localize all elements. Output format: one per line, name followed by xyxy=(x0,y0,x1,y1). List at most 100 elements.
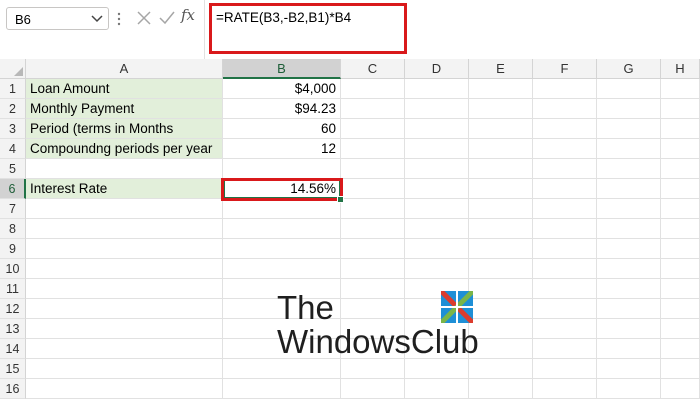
grid-cell[interactable] xyxy=(469,159,533,179)
grid-cell[interactable] xyxy=(223,199,341,219)
grid-cell[interactable] xyxy=(405,99,469,119)
grid-cell[interactable] xyxy=(26,319,223,339)
grid-cell[interactable] xyxy=(26,259,223,279)
grid-cell[interactable] xyxy=(533,339,597,359)
grid-cell[interactable] xyxy=(223,379,341,399)
grid-cell[interactable] xyxy=(597,239,661,259)
grid-cell[interactable] xyxy=(661,339,700,359)
check-icon[interactable] xyxy=(158,10,176,26)
grid-cell[interactable] xyxy=(661,179,700,199)
grid-cell[interactable] xyxy=(469,299,533,319)
row-header-6[interactable]: 6 xyxy=(0,179,26,199)
grid-cell[interactable] xyxy=(533,319,597,339)
row-header-15[interactable]: 15 xyxy=(0,359,26,379)
grid-cell[interactable] xyxy=(26,239,223,259)
grid-cell[interactable] xyxy=(469,179,533,199)
grid-cell[interactable] xyxy=(533,259,597,279)
grid-cell[interactable] xyxy=(405,219,469,239)
column-header-d[interactable]: D xyxy=(405,59,469,79)
column-header-c[interactable]: C xyxy=(341,59,405,79)
grid-cell[interactable] xyxy=(405,179,469,199)
grid-cell[interactable] xyxy=(341,279,405,299)
row-header-12[interactable]: 12 xyxy=(0,299,26,319)
grid-cell[interactable] xyxy=(469,279,533,299)
grid-cell[interactable] xyxy=(533,119,597,139)
grid-cell[interactable] xyxy=(661,259,700,279)
grid-cell[interactable] xyxy=(597,259,661,279)
grid-cell[interactable] xyxy=(597,339,661,359)
cell-a2[interactable]: Monthly Payment xyxy=(26,99,223,119)
grid-cell[interactable] xyxy=(26,359,223,379)
grid-cell[interactable] xyxy=(661,279,700,299)
grid-cell[interactable] xyxy=(661,299,700,319)
grid-cell[interactable] xyxy=(533,139,597,159)
column-header-f[interactable]: F xyxy=(533,59,597,79)
cell-a1[interactable]: Loan Amount xyxy=(26,79,223,99)
grid-cell[interactable] xyxy=(533,179,597,199)
grid-cell[interactable] xyxy=(533,99,597,119)
grid-cell[interactable] xyxy=(533,279,597,299)
grid-cell[interactable] xyxy=(661,99,700,119)
fx-icon[interactable]: fx xyxy=(181,6,195,24)
grid-cell[interactable] xyxy=(223,259,341,279)
grid-cell[interactable] xyxy=(26,159,223,179)
grid-cell[interactable] xyxy=(661,119,700,139)
grid-cell[interactable] xyxy=(661,319,700,339)
grid-cell[interactable] xyxy=(533,379,597,399)
grid-cell[interactable] xyxy=(341,299,405,319)
grid-cell[interactable] xyxy=(405,79,469,99)
cell-b4[interactable]: 12 xyxy=(223,139,341,159)
grid-cell[interactable] xyxy=(341,359,405,379)
grid-cell[interactable] xyxy=(26,279,223,299)
grid-cell[interactable] xyxy=(405,139,469,159)
grid-cell[interactable] xyxy=(597,279,661,299)
row-header-14[interactable]: 14 xyxy=(0,339,26,359)
row-header-16[interactable]: 16 xyxy=(0,379,26,399)
grid-cell[interactable] xyxy=(469,119,533,139)
grid-cell[interactable] xyxy=(533,199,597,219)
cell-a3[interactable]: Period (terms in Months xyxy=(26,119,223,139)
grid-cell[interactable] xyxy=(533,219,597,239)
grid-cell[interactable] xyxy=(405,239,469,259)
grid-cell[interactable] xyxy=(533,359,597,379)
grid-cell[interactable] xyxy=(341,219,405,239)
column-header-b[interactable]: B xyxy=(223,59,341,79)
grid-cell[interactable] xyxy=(26,339,223,359)
grid-cell[interactable] xyxy=(597,119,661,139)
select-all-corner[interactable] xyxy=(0,59,26,79)
grid-cell[interactable] xyxy=(341,379,405,399)
grid-cell[interactable] xyxy=(405,259,469,279)
grid-cell[interactable] xyxy=(469,359,533,379)
grid-cell[interactable] xyxy=(597,179,661,199)
grid-cell[interactable] xyxy=(341,179,405,199)
grid-cell[interactable] xyxy=(661,239,700,259)
column-header-h[interactable]: H xyxy=(661,59,700,79)
grid-cell[interactable] xyxy=(597,299,661,319)
cell-a6[interactable]: Interest Rate xyxy=(26,179,223,199)
row-header-7[interactable]: 7 xyxy=(0,199,26,219)
grid-cell[interactable] xyxy=(661,359,700,379)
column-header-g[interactable]: G xyxy=(597,59,661,79)
grid-cell[interactable] xyxy=(341,79,405,99)
grid-cell[interactable] xyxy=(341,99,405,119)
grid-cell[interactable] xyxy=(405,379,469,399)
grid-cell[interactable] xyxy=(223,219,341,239)
grid-cell[interactable] xyxy=(469,259,533,279)
row-header-11[interactable]: 11 xyxy=(0,279,26,299)
grid-cell[interactable] xyxy=(661,199,700,219)
grid-cell[interactable] xyxy=(533,159,597,179)
grid-cell[interactable] xyxy=(597,99,661,119)
grid-cell[interactable] xyxy=(223,359,341,379)
grid-cell[interactable] xyxy=(597,359,661,379)
grid-cell[interactable] xyxy=(469,199,533,219)
row-header-10[interactable]: 10 xyxy=(0,259,26,279)
grid-cell[interactable] xyxy=(341,239,405,259)
cancel-icon[interactable] xyxy=(136,10,152,26)
grid-cell[interactable] xyxy=(661,139,700,159)
grid-cell[interactable] xyxy=(597,319,661,339)
row-header-2[interactable]: 2 xyxy=(0,99,26,119)
fill-handle[interactable] xyxy=(337,196,344,203)
row-header-8[interactable]: 8 xyxy=(0,219,26,239)
row-header-4[interactable]: 4 xyxy=(0,139,26,159)
grid-cell[interactable] xyxy=(597,379,661,399)
